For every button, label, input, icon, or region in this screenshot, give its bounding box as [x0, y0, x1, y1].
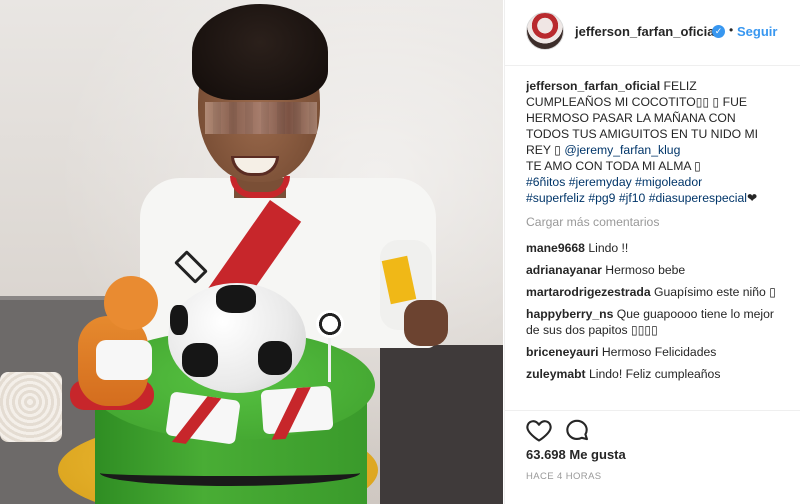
photo-mascot-head: [104, 276, 158, 330]
comment-username[interactable]: mane9668: [526, 241, 585, 255]
follow-button[interactable]: Seguir: [737, 24, 777, 39]
comment-item: adrianayanar Hermoso bebe: [526, 262, 790, 278]
comment-text: Lindo! Feliz cumpleaños: [589, 367, 721, 381]
hashtag-link[interactable]: #6ñitos: [526, 175, 565, 189]
caption-text: REY ▯: [526, 143, 561, 157]
heart-emoji-icon: ❤: [746, 191, 758, 205]
comment-username[interactable]: happyberry_ns: [526, 307, 613, 321]
author-avatar[interactable]: [526, 12, 564, 50]
ball-patch: [258, 341, 292, 375]
post-header: jefferson_farfan_oficial ✓ • Seguir: [505, 0, 800, 66]
ball-patch: [170, 305, 188, 335]
comment-text: Hermoso bebe: [605, 263, 686, 277]
photo-arm: [404, 300, 448, 346]
caption-username[interactable]: jefferson_farfan_oficial: [526, 79, 660, 93]
comment-username[interactable]: adrianayanar: [526, 263, 602, 277]
like-heart-icon[interactable]: [525, 416, 553, 444]
photo-mini-jersey: [260, 385, 334, 435]
likes-count[interactable]: 63.698 Me gusta: [526, 447, 626, 462]
hashtag-link[interactable]: #diasuperespecial: [649, 191, 747, 205]
comment-bubble-icon[interactable]: [563, 416, 591, 444]
hashtag-link[interactable]: #pg9: [588, 191, 615, 205]
photo-ball-pick: [316, 310, 344, 338]
hashtag-link[interactable]: #superfeliz: [526, 191, 585, 205]
caption-mention-link[interactable]: @jeremy_farfan_klug: [564, 143, 680, 157]
photo-mascot-shirt: [96, 340, 152, 380]
comment-item: zuleymabt Lindo! Feliz cumpleaños: [526, 366, 790, 382]
caption-text: FELIZ: [663, 79, 697, 93]
verified-badge-icon: ✓: [712, 25, 725, 38]
caption-text: HERMOSO PASAR LA MAÑANA CON: [526, 111, 736, 125]
likes-label: Me gusta: [569, 447, 626, 462]
comment-item: briceneyauri Hermoso Felicidades: [526, 344, 790, 360]
comment-username[interactable]: briceneyauri: [526, 345, 598, 359]
post-photo[interactable]: [0, 0, 503, 504]
comment-text: Guapísimo este niño ▯: [654, 285, 776, 299]
photo-mini-jersey: [165, 391, 241, 445]
photo-cake-stripe: [100, 460, 360, 486]
comment-item: mane9668 Lindo !!: [526, 240, 790, 256]
load-more-comments-link[interactable]: Cargar más comentarios: [526, 214, 790, 230]
hashtag-link[interactable]: #jeremyday: [569, 175, 632, 189]
comment-username[interactable]: martarodrigezestrada: [526, 285, 651, 299]
caption-text: CUMPLEAÑOS MI COCOTITO▯▯ ▯ FUE: [526, 95, 748, 109]
photo-hair: [192, 4, 328, 100]
photo-shelf: [380, 345, 503, 504]
ball-patch: [216, 285, 256, 313]
photo-ball-pick-stick: [328, 334, 331, 382]
post-caption: jefferson_farfan_oficial FELIZ CUMPLEAÑO…: [526, 78, 790, 206]
post-timestamp: HACE 4 HORAS: [526, 471, 602, 482]
caption-text: TE AMO CON TODA MI ALMA ▯: [526, 159, 701, 173]
ball-patch: [182, 343, 218, 377]
likes-number: 63.698: [526, 447, 566, 462]
photo-pixelated-eyes: [205, 102, 317, 134]
comment-text: Lindo !!: [588, 241, 629, 255]
caption-text: TODOS TUS AMIGUITOS EN TU NIDO MI: [526, 127, 759, 141]
comment-item: happyberry_ns Que guapoooo tiene lo mejo…: [526, 306, 790, 338]
post-actions: 63.698 Me gusta HACE 4 HORAS: [505, 410, 800, 504]
comment-item: martarodrigezestrada Guapísimo este niño…: [526, 284, 790, 300]
author-username[interactable]: jefferson_farfan_oficial: [575, 24, 718, 39]
hashtag-link[interactable]: #jf10: [619, 191, 645, 205]
photo-doily: [0, 372, 62, 442]
comments-list[interactable]: jefferson_farfan_oficial FELIZ CUMPLEAÑO…: [526, 78, 790, 410]
photo-football-topper: [168, 283, 306, 393]
hashtag-link[interactable]: #migoleador: [635, 175, 702, 189]
header-separator: •: [729, 23, 734, 37]
comment-username[interactable]: zuleymabt: [526, 367, 586, 381]
comment-text: Hermoso Felicidades: [601, 345, 717, 359]
post-sidebar: jefferson_farfan_oficial ✓ • Seguir jeff…: [504, 0, 800, 504]
